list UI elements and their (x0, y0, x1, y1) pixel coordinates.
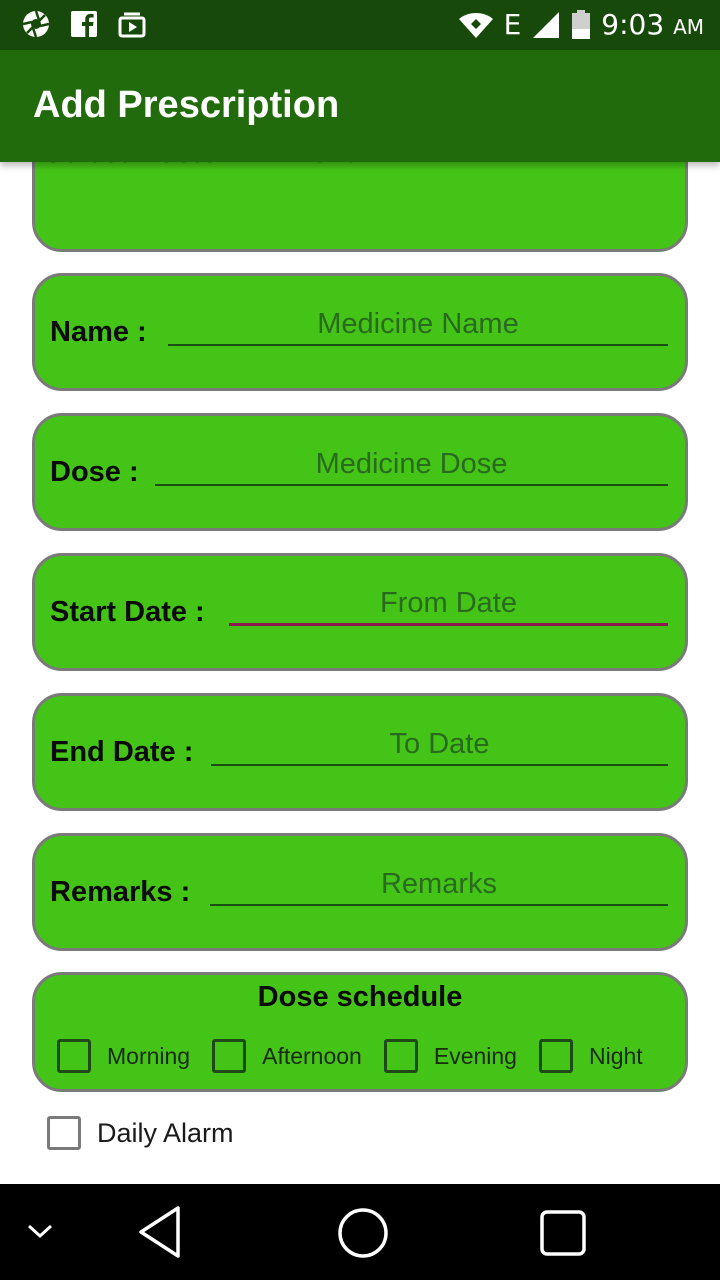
start-date-label: Start Date : (50, 596, 205, 628)
status-bar: E 9:03 AM (0, 0, 720, 50)
navigation-bar (0, 1184, 720, 1280)
dose-field[interactable] (155, 444, 668, 486)
evening-option[interactable]: Evening (383, 1039, 517, 1073)
signal-icon (533, 11, 560, 38)
evening-checkbox[interactable] (383, 1039, 418, 1073)
battery-icon (572, 9, 591, 39)
aperture-icon (22, 10, 50, 38)
start-date-card: Start Date : (32, 553, 688, 671)
daily-alarm-option[interactable]: Daily Alarm (47, 1116, 234, 1150)
remarks-label: Remarks : (50, 876, 191, 908)
dose-label: Dose : (50, 456, 139, 488)
daily-alarm-label: Daily Alarm (97, 1117, 234, 1148)
end-date-field[interactable] (211, 724, 668, 766)
remarks-field[interactable] (210, 864, 668, 906)
facebook-icon (71, 11, 97, 37)
to-date-input[interactable] (211, 724, 668, 764)
afternoon-label: Afternoon (262, 1042, 362, 1069)
dose-schedule-options: Morning Afternoon Evening Night (57, 1039, 643, 1073)
network-type: E (503, 8, 522, 41)
dose-schedule-card: Dose schedule Morning Afternoon Evening … (32, 972, 688, 1092)
medicine-dose-input[interactable] (155, 444, 668, 484)
name-field[interactable] (168, 304, 668, 346)
page-title: Add Prescription (33, 84, 340, 126)
night-label: Night (588, 1042, 643, 1069)
clock: 9:03 AM (601, 8, 704, 41)
clock-ampm: AM (673, 15, 704, 39)
doctor-spinner[interactable]: Imroze (270, 162, 359, 170)
end-date-label: End Date : (50, 736, 194, 768)
morning-checkbox[interactable] (57, 1039, 91, 1073)
name-card: Name : (32, 273, 688, 391)
night-checkbox[interactable] (538, 1039, 573, 1073)
afternoon-option[interactable]: Afternoon (212, 1039, 362, 1073)
remarks-card: Remarks : (32, 833, 688, 951)
clock-time: 9:03 (601, 8, 665, 41)
hide-keyboard-icon[interactable] (26, 1222, 54, 1242)
medicine-name-input[interactable] (168, 304, 668, 344)
morning-option[interactable]: Morning (57, 1039, 190, 1073)
dose-card: Dose : (32, 413, 688, 531)
start-date-field[interactable] (229, 584, 668, 626)
name-label: Name : (50, 316, 147, 348)
doctor-label: Select Doctor : (43, 162, 248, 170)
night-option[interactable]: Night (538, 1039, 643, 1073)
from-date-input[interactable] (229, 584, 668, 623)
end-date-card: End Date : (32, 693, 688, 811)
wifi-icon (458, 12, 493, 38)
home-icon[interactable] (336, 1206, 390, 1260)
remarks-input[interactable] (210, 864, 668, 904)
app-bar: Add Prescription (0, 50, 720, 162)
morning-label: Morning (107, 1042, 191, 1069)
daily-alarm-checkbox[interactable] (47, 1116, 81, 1150)
dose-schedule-title: Dose schedule (257, 981, 463, 1013)
media-icon (118, 12, 146, 38)
recent-apps-icon[interactable] (538, 1208, 588, 1258)
back-icon[interactable] (136, 1204, 186, 1260)
doctor-card: Select Doctor : Imroze (32, 162, 688, 252)
form-scroll-area[interactable]: Select Doctor : Imroze Name : Dose : Sta… (0, 162, 720, 1184)
evening-label: Evening (433, 1042, 517, 1069)
afternoon-checkbox[interactable] (212, 1039, 247, 1073)
